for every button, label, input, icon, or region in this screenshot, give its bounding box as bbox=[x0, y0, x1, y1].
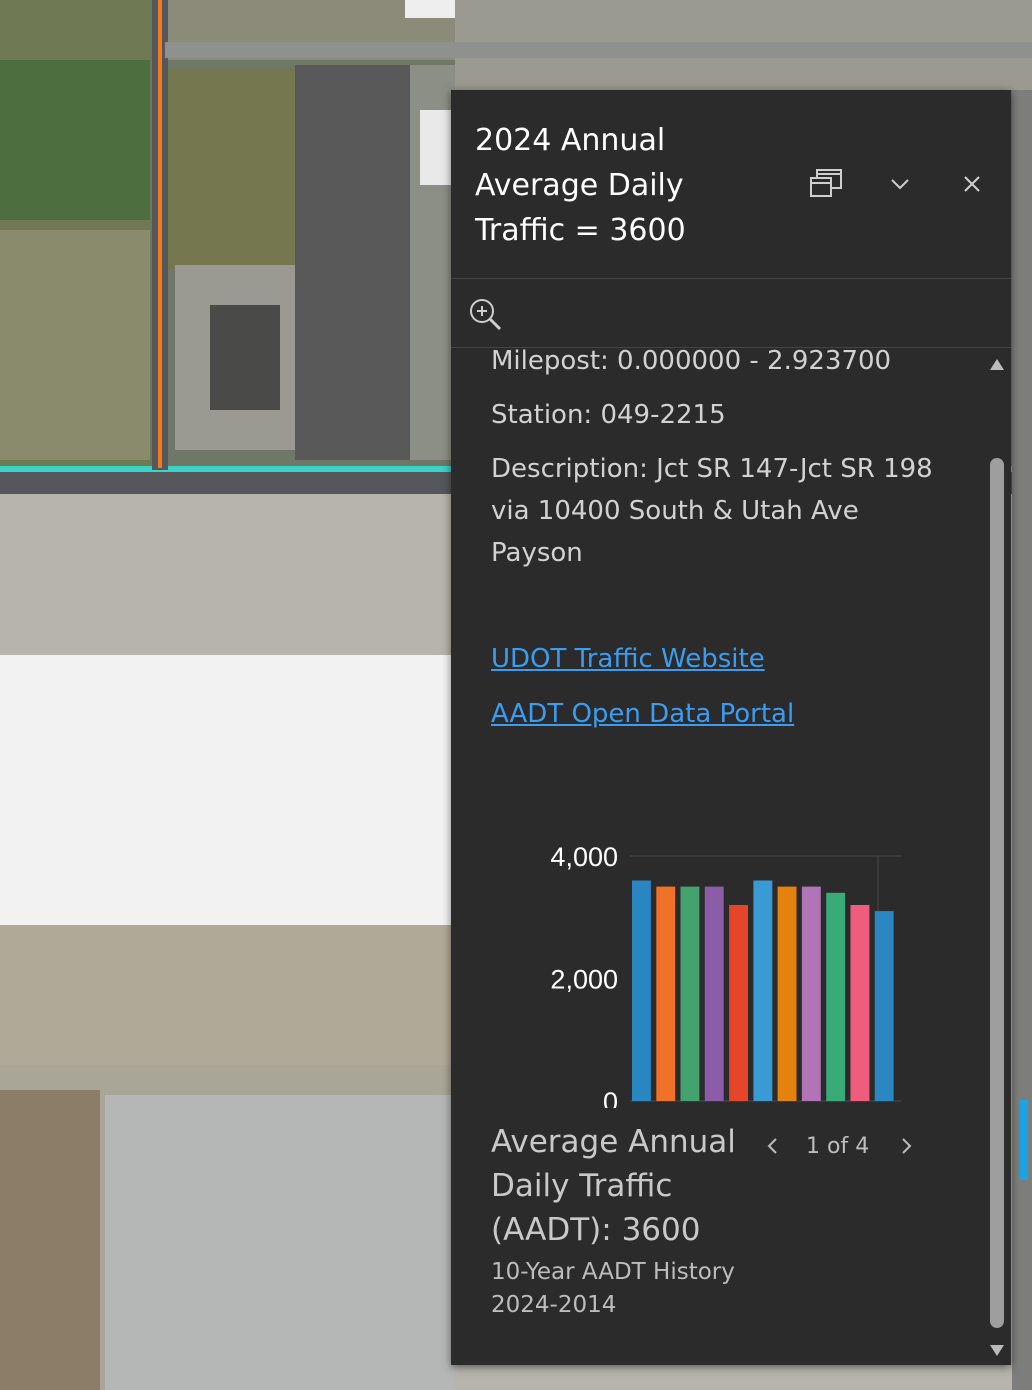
map-road bbox=[165, 42, 1032, 58]
chart-bar[interactable] bbox=[826, 892, 846, 1102]
chart-bars bbox=[632, 880, 894, 1102]
aadt-open-data-link[interactable]: AADT Open Data Portal bbox=[491, 699, 794, 729]
chart-bar[interactable] bbox=[656, 886, 676, 1101]
udot-traffic-link[interactable]: UDOT Traffic Website bbox=[491, 644, 765, 674]
chart-bar[interactable] bbox=[704, 886, 724, 1101]
popup-scrollbar[interactable] bbox=[988, 348, 1006, 1365]
chart-ticks: 0 2,000 4,000 bbox=[550, 842, 618, 1108]
description-line: Description: Jct SR 147-Jct SR 198 bbox=[491, 454, 933, 484]
description-field: Description: Jct SR 147-Jct SR 198 via 1… bbox=[491, 448, 951, 574]
scrollbar-graphic bbox=[990, 359, 1004, 1356]
history-caption-line: 2024-2014 bbox=[491, 1292, 617, 1318]
map-field bbox=[165, 70, 295, 270]
chart-bar[interactable] bbox=[632, 880, 651, 1102]
history-caption-line: 10-Year AADT History bbox=[491, 1259, 735, 1285]
y-tick-label: 0 bbox=[603, 1087, 618, 1108]
pager-label: 1 of 4 bbox=[806, 1134, 870, 1159]
chart-bar[interactable] bbox=[777, 886, 797, 1101]
description-line: via 10400 South & Utah Ave bbox=[491, 496, 859, 526]
dock-button[interactable] bbox=[807, 164, 847, 204]
warehouse-roof bbox=[105, 1095, 455, 1390]
map-roof bbox=[210, 305, 280, 410]
collapse-chevron-icon bbox=[891, 179, 909, 190]
aadt-caption-line: Daily Traffic bbox=[491, 1168, 673, 1204]
close-icon bbox=[964, 176, 980, 192]
warehouse-roof bbox=[0, 655, 455, 925]
zoom-to-button[interactable] bbox=[465, 294, 505, 334]
map-field bbox=[0, 1090, 100, 1390]
history-caption: 10-Year AADT History 2024-2014 bbox=[491, 1256, 791, 1322]
aadt-caption: Average Annual Daily Traffic (AADT): 360… bbox=[491, 1120, 751, 1252]
aadt-caption-line: Average Annual bbox=[491, 1124, 736, 1160]
feature-popup: 2024 Annual Average Daily Traffic = 3600 bbox=[451, 90, 1011, 1365]
map-lot bbox=[295, 65, 410, 460]
chart-bar[interactable] bbox=[874, 911, 894, 1101]
chart-bar[interactable] bbox=[680, 886, 700, 1101]
aadt-caption-line: (AADT): 3600 bbox=[491, 1212, 701, 1248]
popup-toolbar bbox=[451, 279, 1011, 348]
popup-header: 2024 Annual Average Daily Traffic = 3600 bbox=[451, 90, 1011, 279]
next-chevron-icon[interactable] bbox=[894, 1134, 918, 1158]
dock-icon bbox=[810, 169, 842, 197]
map-field bbox=[0, 60, 150, 220]
map-lot bbox=[0, 925, 455, 1065]
chart-bar[interactable] bbox=[729, 905, 748, 1101]
close-button[interactable] bbox=[952, 164, 992, 204]
popup-title-line: Average Daily bbox=[475, 168, 684, 203]
popup-title: 2024 Annual Average Daily Traffic = 3600 bbox=[475, 118, 735, 253]
description-line: Payson bbox=[491, 538, 583, 568]
map-canal bbox=[1020, 1100, 1028, 1180]
map-strip bbox=[1012, 90, 1032, 1390]
zoom-to-icon bbox=[470, 299, 502, 331]
chart-bar[interactable] bbox=[801, 886, 821, 1101]
previous-chevron-icon[interactable] bbox=[761, 1134, 785, 1158]
y-tick-label: 2,000 bbox=[550, 965, 618, 995]
popup-content[interactable]: Milepost: 0.000000 - 2.923700 Station: 0… bbox=[491, 348, 971, 1365]
map-roof bbox=[420, 110, 455, 185]
chart-bar[interactable] bbox=[753, 880, 773, 1102]
orange-route-line[interactable] bbox=[158, 0, 162, 468]
collapse-button[interactable] bbox=[880, 164, 920, 204]
popup-title-line: 2024 Annual bbox=[475, 123, 666, 158]
station-field: Station: 049-2215 bbox=[491, 400, 726, 430]
chart-pager: 1 of 4 bbox=[761, 1128, 961, 1168]
y-tick-label: 4,000 bbox=[550, 842, 618, 872]
popup-title-line: Traffic = 3600 bbox=[475, 213, 686, 248]
chart-bar[interactable] bbox=[850, 905, 870, 1101]
map-field bbox=[0, 230, 150, 460]
aadt-history-chart: 0 2,000 4,000 bbox=[550, 842, 901, 1108]
milepost-field: Milepost: 0.000000 - 2.923700 bbox=[491, 348, 892, 376]
